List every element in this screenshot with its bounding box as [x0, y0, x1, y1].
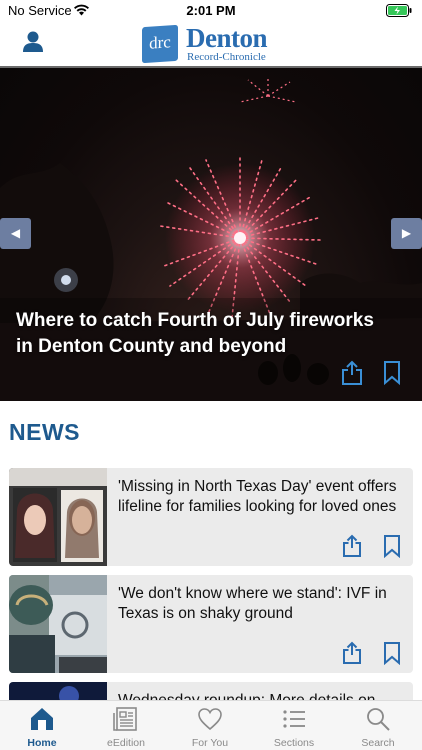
brand-logo: drc Denton Record-Chronicle — [142, 23, 284, 64]
news-card[interactable]: 'Missing in North Texas Day' event offer… — [9, 468, 413, 566]
clock: 2:01 PM — [186, 3, 236, 18]
tab-for-you[interactable]: For You — [168, 701, 252, 750]
app-header: drc Denton Record-Chronicle — [0, 22, 422, 66]
news-card-headline[interactable]: 'We don't know where we stand': IVF in T… — [118, 584, 403, 624]
newspaper-icon — [113, 707, 137, 731]
next-story-button[interactable]: ▶ — [391, 218, 422, 249]
bookmark-icon[interactable] — [383, 534, 401, 558]
news-section-title: NEWS — [9, 419, 80, 445]
news-card-headline[interactable]: 'Missing in North Texas Day' event offer… — [118, 477, 403, 517]
share-icon[interactable] — [341, 641, 363, 665]
hero-headline[interactable]: Where to catch Fourth of July fireworks … — [16, 308, 396, 360]
tab-home[interactable]: Home — [0, 701, 84, 750]
tab-label: eEdition — [107, 737, 145, 749]
news-card-thumbnail — [9, 575, 107, 673]
share-icon[interactable] — [341, 534, 363, 558]
logo-name: Denton — [186, 23, 268, 53]
status-bar: No Service 2:01 PM — [0, 0, 422, 22]
bottom-tab-bar: Home eEdition For You Sections Search — [0, 700, 422, 750]
list-icon — [283, 710, 305, 728]
hero-bookmark-icon[interactable] — [382, 360, 402, 386]
user-account-icon[interactable] — [22, 30, 44, 54]
previous-story-button[interactable]: ◀ — [0, 218, 31, 249]
logo-mark: drc — [142, 24, 178, 64]
tab-search[interactable]: Search — [336, 701, 420, 750]
bookmark-icon[interactable] — [383, 641, 401, 665]
search-icon — [367, 708, 390, 731]
news-card-thumbnail — [9, 468, 107, 566]
tab-sections[interactable]: Sections — [252, 701, 336, 750]
tab-label: Home — [27, 737, 57, 749]
tab-eedition[interactable]: eEdition — [84, 701, 168, 750]
app-screen: No Service 2:01 PM drc Denton Record-Chr… — [0, 0, 422, 750]
home-icon — [31, 708, 53, 730]
hero-story[interactable]: ◀ ▶ Where to catch Fourth of July firewo… — [0, 68, 422, 401]
tab-label: For You — [191, 737, 229, 749]
battery-icon — [386, 4, 412, 17]
logo-subtitle: Record-Chronicle — [187, 51, 266, 63]
heart-icon — [198, 708, 222, 731]
tab-label: Search — [361, 737, 395, 749]
hero-share-icon[interactable] — [340, 360, 364, 386]
news-card[interactable]: 'We don't know where we stand': IVF in T… — [9, 575, 413, 673]
tab-label: Sections — [273, 737, 315, 749]
